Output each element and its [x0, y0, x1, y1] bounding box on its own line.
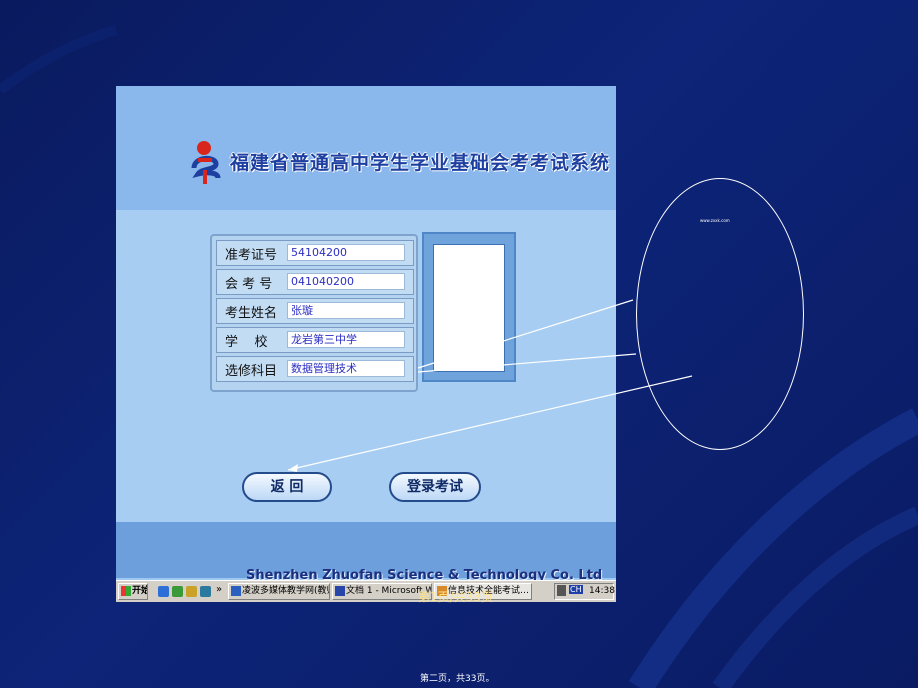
elective-subject-field[interactable]: 数据管理技术: [287, 360, 405, 377]
input-method-indicator[interactable]: CH: [569, 585, 583, 594]
company-footer: Shenzhen Zhuofan Science & Technology Co…: [116, 522, 616, 583]
elective-subject-label: 选修科目: [225, 364, 278, 379]
field-row-admission-number: 准考证号 54104200: [216, 240, 414, 266]
student-photo: [433, 244, 505, 372]
task-teaching-network-label: 凌波多媒体教学网(教师…: [242, 586, 329, 596]
word-icon: [335, 585, 345, 596]
task-teaching-network[interactable]: 凌波多媒体教学网(教师…: [228, 583, 330, 600]
admission-number-field[interactable]: 54104200: [287, 244, 405, 261]
exam-number-field[interactable]: 041040200: [287, 273, 405, 290]
field-row-exam-number: 会 考 号 041040200: [216, 269, 414, 295]
slide-footer: 第二页，共33页。: [420, 674, 495, 684]
photo-frame: [422, 232, 516, 382]
back-button[interactable]: 返 回: [242, 472, 332, 502]
start-button[interactable]: 开始: [118, 583, 148, 600]
system-tray: CH 14:38: [554, 583, 615, 600]
callout-text: www.zxxk.com: [700, 218, 730, 223]
media-icon[interactable]: [200, 586, 211, 597]
ie-browser-icon[interactable]: [158, 586, 169, 597]
student-name-label: 考生姓名: [225, 306, 278, 321]
student-name-field[interactable]: 张璇: [287, 302, 405, 319]
system-title: 福建省普通高中学生学业基础会考考试系统: [230, 152, 611, 174]
windows-taskbar: 开始 » 凌波多媒体教学网(教师… 文档 1 - Microsoft Word …: [116, 580, 616, 602]
student-info-panel: 准考证号 54104200 会 考 号 041040200 考生姓名 张璇 学 …: [210, 234, 418, 392]
exam-system-logo-icon: [191, 141, 221, 184]
header-banner: 福建省普通高中学生学业基础会考考试系统: [116, 86, 616, 210]
page-number-overlay: 第1页/共33页: [418, 590, 493, 604]
start-label: 开始: [132, 586, 147, 596]
exam-login-screen: 福建省普通高中学生学业基础会考考试系统 准考证号 54104200 会 考 号 …: [116, 86, 616, 602]
task-word-document[interactable]: 文档 1 - Microsoft Word: [332, 583, 432, 600]
windows-flag-icon: [121, 585, 131, 596]
exam-number-label: 会 考 号: [225, 277, 273, 292]
field-row-school: 学 校 龙岩第三中学: [216, 327, 414, 353]
desktop-icon[interactable]: [172, 586, 183, 597]
login-content: 准考证号 54104200 会 考 号 041040200 考生姓名 张璇 学 …: [116, 210, 616, 522]
field-row-elective-subject: 选修科目 数据管理技术: [216, 356, 414, 382]
school-field[interactable]: 龙岩第三中学: [287, 331, 405, 348]
quicklaunch-chevron[interactable]: »: [216, 584, 222, 595]
school-label: 学 校: [225, 335, 268, 350]
explorer-icon[interactable]: [186, 586, 197, 597]
teaching-network-icon: [231, 585, 241, 596]
field-row-student-name: 考生姓名 张璇: [216, 298, 414, 324]
login-exam-button[interactable]: 登录考试: [389, 472, 481, 502]
admission-number-label: 准考证号: [225, 248, 278, 263]
taskbar-clock: 14:38: [589, 586, 615, 596]
volume-icon[interactable]: [557, 585, 566, 596]
